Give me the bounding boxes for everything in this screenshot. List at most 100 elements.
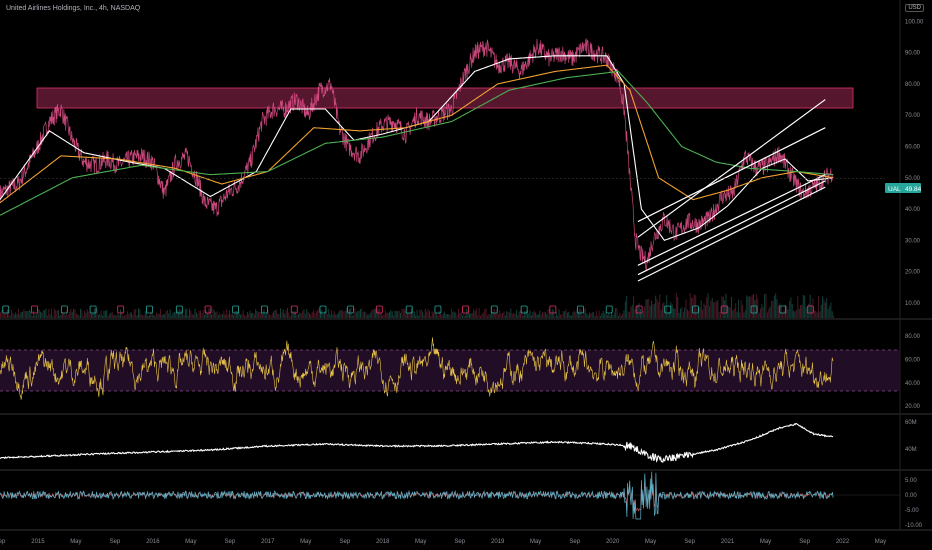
volume-bar <box>322 314 324 318</box>
volume-bar <box>553 310 555 318</box>
volume-bar <box>166 310 168 318</box>
rsi-axis-label: 40.00 <box>905 381 921 387</box>
volume-bar <box>481 313 483 318</box>
volume-bar <box>16 314 18 318</box>
volume-bar <box>368 314 370 318</box>
volume-bar <box>688 310 690 318</box>
volume-bar <box>158 313 160 318</box>
price-tag-value: 49.84 <box>905 186 922 193</box>
volume-bar <box>747 296 749 318</box>
volume-bar <box>424 308 426 318</box>
volume-bar <box>227 314 229 318</box>
volume-bar <box>597 315 599 318</box>
volume-bar <box>44 309 46 318</box>
volume-bar <box>503 311 505 318</box>
volume-bar <box>110 312 112 318</box>
volume-bar <box>406 313 408 318</box>
volume-bar <box>165 310 167 318</box>
volume-bar <box>788 301 790 318</box>
volume-bar <box>131 312 133 318</box>
volume-bar <box>708 305 710 318</box>
volume-bar <box>128 314 130 318</box>
volume-bar <box>746 295 748 318</box>
volume-bar <box>142 314 144 318</box>
currency-button[interactable]: USD <box>905 4 924 12</box>
volume-bar <box>565 309 567 318</box>
volume-bar <box>674 308 676 318</box>
volume-bar <box>455 312 457 318</box>
volume-bar <box>638 303 640 318</box>
volume-bar <box>459 312 461 318</box>
volume-bar <box>382 315 384 318</box>
volume-bar <box>468 313 470 318</box>
volume-bar <box>718 311 720 318</box>
volume-bar <box>60 314 62 318</box>
volume-bar <box>48 308 50 318</box>
volume-bar <box>222 314 224 318</box>
volume-bar <box>617 315 619 318</box>
volume-bar <box>234 310 236 318</box>
volume-bar <box>666 295 668 318</box>
volume-bar <box>73 308 75 318</box>
x-axis-label: 2016 <box>146 539 160 545</box>
volume-bar <box>561 314 563 318</box>
volume-bar <box>373 309 375 318</box>
stock-chart[interactable]: 100.00 90.00 80.00 70.00 60.00 50.00 40.00 30.0… <box>0 0 932 550</box>
volume-bar <box>321 309 323 318</box>
volume-bar <box>768 308 770 318</box>
volume-bar <box>497 313 499 318</box>
volume-bar <box>769 306 771 318</box>
volume-bar <box>344 310 346 318</box>
volume-bar <box>528 313 530 318</box>
volume-bar <box>91 313 93 318</box>
volume-bar <box>775 293 777 318</box>
volume-bar <box>306 309 308 318</box>
resistance-zone[interactable] <box>36 87 854 109</box>
volume-bar <box>302 311 304 318</box>
volume-bar <box>754 300 756 318</box>
volume-bar <box>195 312 197 318</box>
volume-bar <box>102 315 104 318</box>
volume-bar <box>537 314 539 318</box>
volume-bar <box>787 309 789 318</box>
volume-bar <box>453 311 455 318</box>
volume-bar <box>569 315 571 318</box>
volume-bar <box>671 304 673 318</box>
volume-bar <box>304 313 306 318</box>
volume-bar <box>71 311 73 318</box>
volume-bar <box>551 308 553 318</box>
volume-bar <box>205 310 207 318</box>
volume-bar <box>539 310 541 318</box>
volume-bar <box>493 309 495 318</box>
x-axis-label: Sep <box>569 539 580 545</box>
volume-bar <box>257 311 259 318</box>
volume-bar <box>273 311 275 318</box>
volume-bar <box>489 313 491 318</box>
volume-bar <box>724 300 726 318</box>
volume-bar <box>464 315 466 318</box>
volume-bar <box>783 310 785 318</box>
x-axis-label: Sep <box>0 539 6 545</box>
volume-bar <box>786 305 788 318</box>
volume-bar <box>677 296 679 318</box>
volume-bar <box>124 315 126 318</box>
volume-bar <box>27 310 29 318</box>
volume-bar <box>794 311 796 318</box>
volume-bar <box>85 312 87 318</box>
volume-bar <box>33 310 35 318</box>
volume-bar <box>733 308 735 318</box>
volume-bar <box>202 310 204 318</box>
volume-bar <box>691 297 693 318</box>
price-axis-label: 80.00 <box>905 82 921 88</box>
volume-bar <box>277 313 279 318</box>
volume-bar <box>228 310 230 318</box>
volume-bar <box>256 310 258 318</box>
volume-bar <box>652 304 654 318</box>
volume-bar <box>253 314 255 318</box>
volume-bar <box>275 309 277 318</box>
volume-bar <box>198 310 200 318</box>
volume-bar <box>5 311 7 318</box>
volume-bar <box>620 315 622 318</box>
volume-bar <box>303 309 305 318</box>
volume-bar <box>271 313 273 318</box>
